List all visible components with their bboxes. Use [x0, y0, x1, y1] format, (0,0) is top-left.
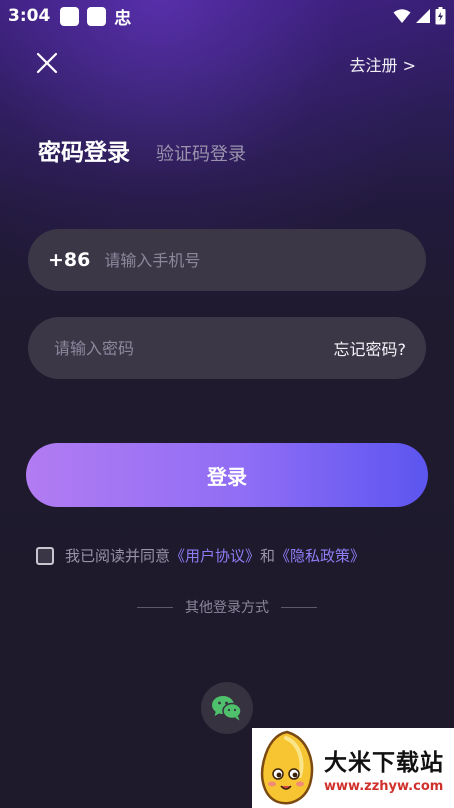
agreement-prefix: 我已阅读并同意 [65, 547, 171, 565]
tab-password-login[interactable]: 密码登录 [38, 133, 130, 167]
app-notification-icon: 忠 [114, 8, 132, 29]
close-button[interactable] [34, 50, 60, 76]
status-icons [393, 7, 446, 25]
forgot-password-link[interactable]: 忘记密码? [334, 336, 407, 360]
wifi-icon [393, 9, 411, 23]
agreement-and: 和 [260, 547, 276, 565]
divider [281, 606, 317, 608]
notification-icon [60, 6, 80, 26]
status-time: 3:04 [8, 6, 51, 26]
password-field: 忘记密码? [28, 317, 426, 379]
wechat-icon [212, 696, 242, 721]
agreement-row: 我已阅读并同意 《用户协议》 和 《隐私政策》 [36, 545, 365, 566]
register-link[interactable]: 去注册 > [350, 52, 417, 76]
password-input[interactable] [54, 338, 326, 358]
watermark-text: 大米下载站 www.zzhyw.com [324, 743, 444, 794]
status-bar: 3:04 忠 [0, 0, 454, 32]
signal-icon [416, 9, 430, 23]
login-button[interactable]: 登录 [26, 443, 428, 507]
phone-input[interactable] [104, 250, 406, 270]
battery-icon [435, 7, 446, 25]
watermark-title: 大米下载站 [324, 749, 444, 776]
wechat-login-button[interactable] [201, 682, 253, 734]
login-mode-tabs: 密码登录 验证码登录 [38, 133, 246, 167]
watermark-url: www.zzhyw.com [324, 778, 444, 794]
other-login-label: 其他登录方式 [185, 600, 269, 616]
agreement-checkbox[interactable] [36, 546, 54, 565]
country-code[interactable]: +86 [48, 249, 90, 271]
divider [137, 606, 173, 608]
other-login-title: 其他登录方式 [0, 597, 454, 617]
user-agreement-link[interactable]: 《用户协议》 [170, 545, 260, 566]
privacy-policy-link[interactable]: 《隐私政策》 [275, 545, 365, 566]
phone-field: +86 [28, 229, 426, 291]
notification-icon [87, 6, 107, 26]
rice-mascot-logo [260, 730, 314, 805]
watermark-badge: 大米下载站 www.zzhyw.com [252, 728, 454, 808]
close-icon [36, 52, 58, 74]
tab-code-login[interactable]: 验证码登录 [156, 140, 246, 166]
